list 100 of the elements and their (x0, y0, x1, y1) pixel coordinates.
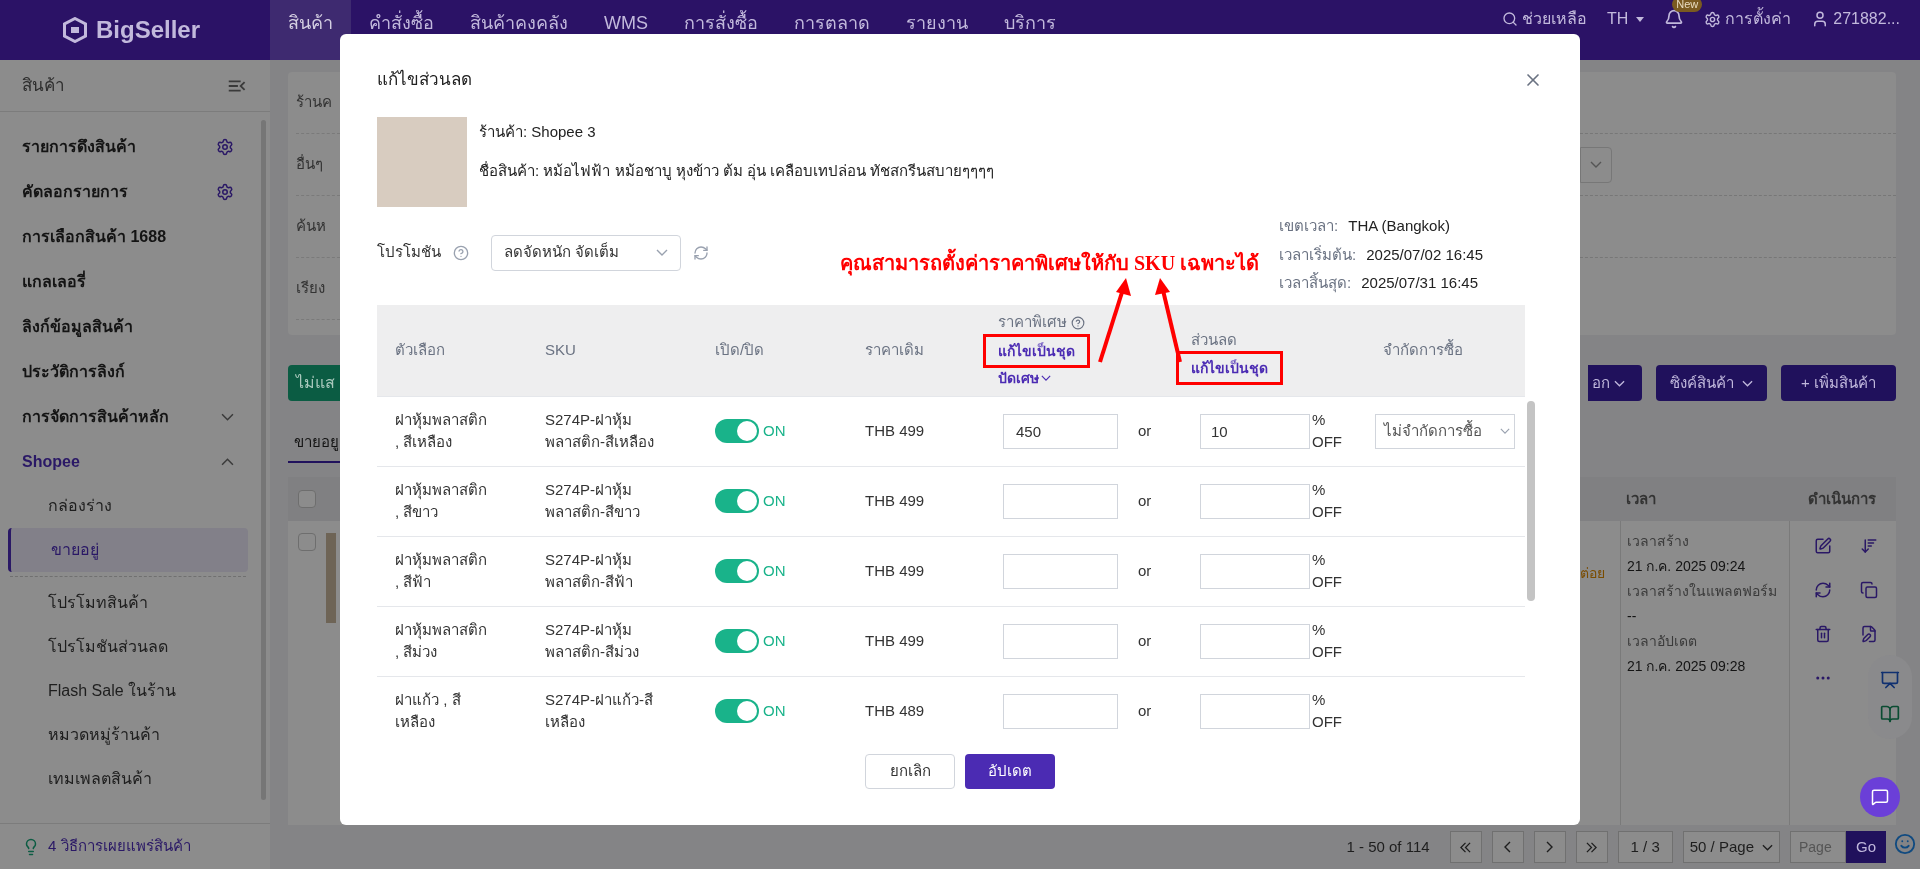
sidebar-item[interactable]: รายการดึงสินค้า (0, 124, 256, 169)
column-header: ราคาพิเศษ (998, 312, 1067, 333)
edit-icon[interactable] (1814, 537, 1832, 555)
previous-page-button[interactable] (1491, 831, 1524, 863)
user-menu[interactable]: 271882... (1811, 10, 1900, 28)
sku-cell-text: S274P-ฝาแก้ว-สีเหลือง (544, 689, 655, 732)
chevron-down-icon (1590, 161, 1602, 168)
annotation-text: คุณสามารถตั้งค่าราคาพิเศษให้กับ SKU เฉพาะได้ (840, 248, 1260, 278)
info-label: เวลาสิ้นสุด: (1279, 272, 1352, 295)
column-header: เปิด/ปิด (714, 339, 766, 360)
special-price-input[interactable]: 450 (1003, 413, 1118, 449)
rounding-dropdown[interactable]: ปัดเศษ (983, 367, 1051, 389)
new-badge: New (1672, 0, 1703, 12)
sidebar-item[interactable]: ลิงก์ข้อมูลสินค้า (0, 304, 256, 349)
sidebar-subitem[interactable]: โปรโมทสินค้า (8, 581, 248, 625)
price-cell-text: THB 499 (864, 490, 926, 511)
nav-menu-item[interactable]: สินค้า (270, 0, 351, 60)
logo-text: BigSeller (96, 15, 201, 45)
chevron-down-icon (656, 249, 668, 256)
checkbox[interactable] (298, 533, 316, 551)
sidebar-subitem[interactable]: Flash Sale ในร้าน (8, 669, 248, 713)
sidebar-item[interactable]: Shopee (0, 439, 256, 484)
column-header: ส่วนลด (1190, 329, 1237, 350)
sidebar-item[interactable]: คัดลอกรายการ (0, 169, 256, 214)
sidebar-item[interactable]: ประวัติการลิงก์ (0, 349, 256, 394)
special-price-input[interactable] (1003, 483, 1118, 519)
or-text: or (1138, 560, 1152, 581)
info-label: เวลาเริ่มต้น: (1279, 244, 1357, 265)
nav-menu-item[interactable]: การตลาด (776, 0, 888, 60)
batch-edit-link[interactable]: แก้ไขเป็นชุด (998, 342, 1075, 359)
filter-label: เรียง (296, 278, 325, 299)
option-cell-text: ฝาหุ้มพลาสติก , สีม่วง (394, 619, 488, 662)
toggle-switch[interactable] (715, 419, 759, 443)
time-text: 21 ก.ค. 2025 09:24 (1627, 557, 1747, 576)
first-page-button[interactable] (1449, 831, 1482, 863)
copy-icon[interactable] (1860, 581, 1878, 599)
hide-button[interactable]: ไม่แส (288, 365, 340, 401)
discount-input[interactable]: 10 (1200, 413, 1310, 449)
sidebar-subitem[interactable]: โปรโมชันส่วนลด (8, 625, 248, 669)
column-header: ราคาเดิม (864, 339, 925, 360)
assistant-icon[interactable] (1894, 833, 1916, 855)
board-icon[interactable] (1880, 670, 1900, 690)
language-selector[interactable]: TH (1606, 10, 1645, 28)
book-icon[interactable] (1880, 704, 1900, 724)
nav-menu-item[interactable]: รายงาน (888, 0, 986, 60)
discount-input[interactable] (1200, 553, 1310, 589)
nav-menu-item[interactable]: WMS (586, 0, 666, 60)
special-price-input[interactable] (1003, 553, 1118, 589)
discount-input[interactable] (1200, 483, 1310, 519)
chevron-down-icon (1041, 375, 1051, 382)
toggle-switch[interactable] (715, 489, 759, 513)
toggle-switch[interactable] (715, 629, 759, 653)
sidebar-subitem[interactable]: หมวดหมู่ร้านค้า (8, 713, 248, 757)
add-product-button[interactable]: + เพิ่มสินค้า (1781, 365, 1896, 401)
sync-button[interactable]: ซิงค์สินค้า (1656, 365, 1768, 401)
sidebar-subitem[interactable]: กล่องร่าง (8, 484, 248, 528)
sidebar-item[interactable]: การเลือกสินค้า 1688 (0, 214, 256, 259)
sidebar-subitem[interactable]: ขายอยู่ (8, 528, 248, 572)
next-page-button[interactable] (1533, 831, 1566, 863)
update-button[interactable]: อัปเดต (965, 753, 1055, 789)
page-size-select[interactable]: 50 / Page (1682, 831, 1780, 863)
promotion-select[interactable]: ลดจัดหนัก จัดเต็ม (491, 234, 681, 271)
cancel-button[interactable]: ยกเลิก (865, 753, 955, 789)
time-text: เวลาสร้าง (1627, 532, 1690, 551)
tips-link[interactable]: 4 วิธีการเผยแพร่สินค้า (48, 835, 191, 858)
scrollbar[interactable] (1527, 400, 1535, 601)
more-button[interactable]: อก (1588, 365, 1643, 401)
page-indicator: 1 / 3 (1617, 831, 1673, 863)
special-price-input[interactable] (1003, 693, 1118, 729)
go-button[interactable]: Go (1846, 831, 1886, 863)
discount-input[interactable] (1200, 623, 1310, 659)
refresh-icon[interactable] (1814, 581, 1832, 599)
time-text: -- (1627, 607, 1638, 626)
batch-edit-link[interactable]: แก้ไขเป็นชุด (1191, 360, 1268, 377)
last-page-button[interactable] (1575, 831, 1608, 863)
nav-menu-item[interactable]: สินค้าคงคลัง (452, 0, 586, 60)
settings-icon[interactable] (216, 137, 234, 156)
chevron-down-icon (1742, 379, 1754, 387)
nav-menu-item[interactable]: การสั่งซื้อ (666, 0, 776, 60)
nav-menu-item[interactable]: คำสั่งซื้อ (351, 0, 452, 60)
sidebar-item[interactable]: การจัดการสินค้าหลัก (0, 394, 256, 439)
nav-menu-item[interactable]: บริการ (986, 0, 1074, 60)
discount-input[interactable] (1200, 693, 1310, 729)
refresh-icon[interactable] (693, 244, 709, 261)
notification-icon[interactable] (1664, 9, 1685, 29)
settings-icon[interactable] (216, 182, 234, 201)
sidebar-item[interactable]: แกลเลอรี่ (0, 259, 256, 304)
help-link[interactable]: ช่วยเหลือ (1501, 10, 1587, 28)
file-edit-icon[interactable] (1860, 625, 1878, 643)
toggle-switch[interactable] (715, 559, 759, 583)
special-price-input[interactable] (1003, 623, 1118, 659)
toggle-switch[interactable] (715, 699, 759, 723)
toggle-status: ON (763, 560, 786, 581)
dialog-title: แก้ไขส่วนลด (377, 68, 472, 91)
list-icon[interactable] (1860, 537, 1878, 555)
purchase-limit-select[interactable]: ไม่จำกัดการซื้อ (1375, 413, 1515, 449)
column-header: เวลา (1625, 488, 1657, 509)
delete-icon[interactable] (1814, 625, 1832, 643)
checkbox[interactable] (298, 490, 316, 508)
sidebar-subitem[interactable]: เทมเพลตสินค้า (8, 757, 248, 801)
